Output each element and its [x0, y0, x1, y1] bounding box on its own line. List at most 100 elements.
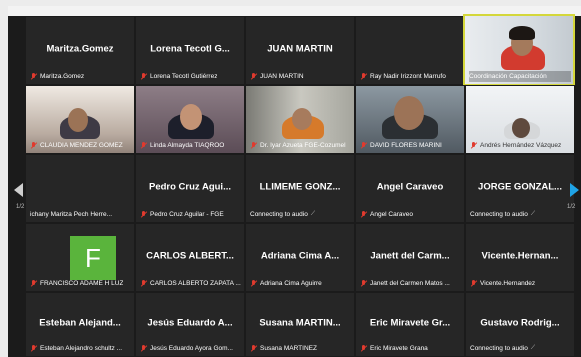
participant-name: Angel Caraveo [376, 180, 444, 192]
participant-tile-francisco-adame[interactable]: F FRANCISCO ADAME H LUZ [25, 223, 135, 292]
participant-tile-david-flores[interactable]: DAVID FLORES MARINI [355, 85, 465, 154]
participant-tile-claudia-mendez[interactable]: CLAUDIA MENDEZ GOMEZ [25, 85, 135, 154]
participant-label-bar: Maritza.Gomez [30, 71, 132, 82]
muted-mic-icon [470, 141, 477, 150]
muted-mic-icon [360, 279, 367, 288]
muted-mic-icon [250, 344, 257, 353]
video-head [394, 96, 424, 130]
participant-tile-gustavo-rodrig[interactable]: Gustavo Rodrig... Connecting to audio ⟋ [465, 292, 575, 357]
participant-tile-carlos-albert[interactable]: CARLOS ALBERT... CARLOS ALBERTO ZAPATA .… [135, 223, 245, 292]
participant-label-bar: Angel Caraveo [360, 209, 462, 220]
participant-label: Connecting to audio [470, 211, 528, 218]
participant-label-bar: CLAUDIA MENDEZ GOMEZ [30, 140, 132, 151]
participant-label: Andrés Hernández Vázquez [480, 142, 562, 149]
participant-label: Esteban Alejandro schultz ... [40, 345, 123, 352]
muted-mic-icon [250, 72, 257, 81]
video-head [180, 104, 202, 130]
participant-name: CARLOS ALBERT... [146, 249, 234, 261]
participant-tile-lorena-tecotl[interactable]: Lorena Tecotl G... Lorena Tecotl Gutiérr… [135, 16, 245, 85]
participant-tile-ichany-maritza[interactable]: ichany Maritza Pech Herre... [25, 154, 135, 223]
participant-tile-janett-del-carmen[interactable]: Janett del Carm... Janett del Carmen Mat… [355, 223, 465, 292]
participant-tile-ray-nadir[interactable]: Ray Nadir Irizzont Marrufo [355, 16, 465, 85]
participant-label-bar: Connecting to audio ⟋ [470, 343, 572, 354]
participant-tile-jesus-eduardo[interactable]: Jesús Eduardo A... Jesús Eduardo Ayora G… [135, 292, 245, 357]
video-head [512, 118, 530, 138]
participant-label: Angel Caraveo [370, 211, 413, 218]
muted-mic-icon [30, 344, 37, 353]
muted-mic-icon [360, 72, 367, 81]
participant-label: FRANCISCO ADAME H LUZ [40, 280, 124, 287]
participant-label-bar: Andrés Hernández Vázquez [470, 140, 572, 151]
participant-name: Susana MARTIN... [259, 316, 341, 328]
participant-tile-vicente-hernandez[interactable]: Vicente.Hernan... Vicente.Hernandez [465, 223, 575, 292]
page-indicator-right: 1/2 [567, 204, 576, 210]
participant-tile-iyar-azueta[interactable]: Dr. Iyar Azueta FGE-Cozumel [245, 85, 355, 154]
muted-mic-icon [30, 279, 37, 288]
video-head [68, 108, 88, 132]
participant-tile-esteban-alejandro[interactable]: Esteban Alejand... Esteban Alejandro sch… [25, 292, 135, 357]
participant-label: Susana MARTINEZ [260, 345, 317, 352]
muted-mic-icon [250, 141, 257, 150]
muted-mic-icon [140, 72, 147, 81]
participant-name: Gustavo Rodrig... [480, 316, 560, 328]
participant-tile-coordinacion[interactable]: Coordinación Capacitación [463, 14, 575, 86]
participant-label: Maritza.Gomez [40, 73, 85, 80]
participant-label-bar: Connecting to audio ⟋ [470, 209, 572, 220]
muted-mic-icon [140, 344, 147, 353]
participant-tile-susana-martinez[interactable]: Susana MARTIN... Susana MARTINEZ [245, 292, 355, 357]
participant-tile-llimeme-gonz[interactable]: LLIMEME GONZ... Connecting to audio ⟋ [245, 154, 355, 223]
participant-label: Pedro Cruz Aguilar - FGE [150, 211, 224, 218]
participant-tile-eric-miravete[interactable]: Eric Miravete Gr... Eric Miravete Grana [355, 292, 465, 357]
participant-name: Esteban Alejand... [39, 316, 121, 328]
page-indicator-left: 1/2 [16, 204, 25, 210]
muted-mic-icon [250, 279, 257, 288]
participant-name: Maritza.Gomez [46, 42, 114, 54]
participant-label-bar: Esteban Alejandro schultz ... [30, 343, 132, 354]
participant-tile-jorge-gonzal[interactable]: JORGE GONZAL... Connecting to audio ⟋ [465, 154, 575, 223]
participant-label: Ray Nadir Irizzont Marrufo [370, 73, 446, 80]
participant-label-bar: CARLOS ALBERTO ZAPATA ... [140, 278, 242, 289]
participant-tile-angel-caraveo[interactable]: Angel Caraveo Angel Caraveo [355, 154, 465, 223]
muted-mic-icon [140, 210, 147, 219]
participant-name: Jesús Eduardo A... [147, 316, 233, 328]
muted-mic-icon [360, 141, 367, 150]
participant-label: ichany Maritza Pech Herre... [30, 211, 113, 218]
participant-label-bar: Susana MARTINEZ [250, 343, 352, 354]
participant-tile-andres-hernandez[interactable]: Andrés Hernández Vázquez [465, 85, 575, 154]
participant-label: JUAN MARTIN [260, 73, 304, 80]
muted-mic-icon [30, 72, 37, 81]
participant-label: Jesús Eduardo Ayora Gom... [150, 345, 233, 352]
next-page-arrow-icon[interactable] [570, 183, 579, 197]
participant-label-bar: Dr. Iyar Azueta FGE-Cozumel [250, 140, 352, 151]
participant-tile-pedro-cruz[interactable]: Pedro Cruz Agui... Pedro Cruz Aguilar - … [135, 154, 245, 223]
participant-label: Vicente.Hernandez [480, 280, 536, 287]
participant-tile-linda-almayda[interactable]: Linda Almayda TIAQROO [135, 85, 245, 154]
participant-label-bar: Janett del Carmen Matos ... [360, 278, 462, 289]
participant-label: Linda Almayda TIAQROO [150, 142, 225, 149]
participant-name: Vicente.Hernan... [481, 249, 559, 261]
previous-page-arrow-icon[interactable] [14, 183, 23, 197]
participant-name: Lorena Tecotl G... [150, 42, 230, 54]
muted-mic-icon [30, 141, 37, 150]
participant-label: Lorena Tecotl Gutiérrez [150, 73, 218, 80]
participant-tile-adriana-cima[interactable]: Adriana Cima A... Adriana Cima Aguirre [245, 223, 355, 292]
participant-label: Janett del Carmen Matos ... [370, 280, 450, 287]
participant-label-bar: Eric Miravete Grana [360, 343, 462, 354]
participant-label: Adriana Cima Aguirre [260, 280, 322, 287]
participant-label: Eric Miravete Grana [370, 345, 428, 352]
participant-tile-juan-martin[interactable]: JUAN MARTIN JUAN MARTIN [245, 16, 355, 85]
participant-label: CLAUDIA MENDEZ GOMEZ [40, 142, 123, 149]
participant-label-bar: Lorena Tecotl Gutiérrez [140, 71, 242, 82]
participant-label: Dr. Iyar Azueta FGE-Cozumel [260, 142, 346, 149]
muted-mic-icon [360, 344, 367, 353]
participant-label: CARLOS ALBERTO ZAPATA ... [150, 280, 241, 287]
participant-label-bar: Vicente.Hernandez [470, 278, 572, 289]
participant-label-bar: FRANCISCO ADAME H LUZ [30, 278, 132, 289]
participant-tile-maritza-gomez[interactable]: Maritza.Gomez Maritza.Gomez [25, 16, 135, 85]
participant-label: DAVID FLORES MARINI [370, 142, 442, 149]
muted-mic-icon [140, 279, 147, 288]
muted-mic-icon [140, 141, 147, 150]
participant-label: Connecting to audio [470, 345, 528, 352]
connecting-audio-icon: ⟋ [530, 211, 536, 217]
video-head [292, 108, 312, 130]
